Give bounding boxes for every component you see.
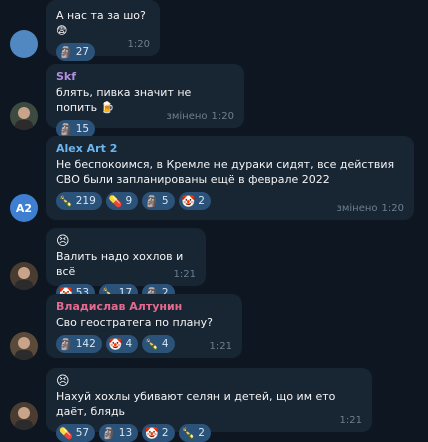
reaction-chip[interactable]: 🍾 2 bbox=[178, 424, 211, 442]
reaction-emoji-icon: 🗿 bbox=[145, 194, 159, 208]
reaction-count: 4 bbox=[161, 338, 169, 350]
reaction-chip[interactable]: 🍾 219 bbox=[56, 192, 102, 210]
reaction-emoji-icon: 🍾 bbox=[181, 426, 196, 440]
message-time: 1:20 bbox=[211, 111, 234, 122]
message-text: А нас та за шо?😨 bbox=[56, 9, 146, 37]
message-time: 1:21 bbox=[173, 269, 196, 280]
reaction-count: 27 bbox=[75, 46, 90, 58]
message-meta: змінено 1:20 bbox=[337, 203, 404, 214]
reaction-emoji-icon: 💊 bbox=[59, 426, 73, 440]
reaction-chip[interactable]: 🤡 4 bbox=[105, 335, 139, 353]
reaction-count: 2 bbox=[198, 195, 205, 207]
message-bubble[interactable]: Skf блять, пивка значит не попить 🍺 🗿 15 змі… bbox=[46, 64, 244, 138]
sender-avatar[interactable] bbox=[10, 402, 38, 430]
reaction-count: 219 bbox=[75, 195, 96, 207]
reaction-count: 9 bbox=[125, 195, 133, 207]
message-text: Сво геостратега по плану? bbox=[56, 316, 213, 329]
message-meta: 1:21 bbox=[174, 269, 196, 280]
message-bubble[interactable]: А нас та за шо?😨 🗿 27 1:20 bbox=[46, 0, 160, 61]
message-meta: 1:20 bbox=[128, 39, 150, 50]
reaction-chip[interactable]: 🍾 4 bbox=[142, 335, 175, 353]
reaction-chip[interactable]: 🤡 2 bbox=[178, 192, 211, 210]
reaction-count: 5 bbox=[161, 195, 169, 207]
reaction-chip[interactable]: 🗿 27 bbox=[56, 43, 96, 61]
sender-avatar[interactable]: A2 bbox=[10, 194, 38, 222]
message-bubble[interactable]: 😣 Валить надо хохлов и всё 🤡 53 🍾 17 🗿 2 1:21 bbox=[46, 228, 206, 302]
reaction-chip[interactable]: 🗿 5 bbox=[142, 192, 175, 210]
message-bubble[interactable]: Alex Art 2 Не беспокоимся, в Кремле не ду… bbox=[46, 136, 414, 220]
reaction-emoji-icon: 🤡 bbox=[145, 426, 159, 440]
message-emoji: 😣 bbox=[56, 374, 70, 389]
reaction-chip[interactable]: 💊 57 bbox=[56, 424, 96, 442]
message-meta: 1:21 bbox=[340, 415, 362, 426]
reaction-emoji-icon: 🗿 bbox=[59, 337, 73, 351]
reaction-chip[interactable]: 🤡 2 bbox=[142, 424, 175, 442]
reaction-count: 13 bbox=[118, 427, 133, 439]
sender-name[interactable]: Владислав Алтунин bbox=[56, 300, 232, 314]
sender-avatar[interactable] bbox=[10, 262, 38, 290]
edited-label: змінено bbox=[166, 111, 208, 122]
reaction-emoji-icon: 🗿 bbox=[102, 426, 116, 440]
reaction-count: 57 bbox=[75, 427, 90, 439]
message-bubble[interactable]: 😣 Нахуй хохлы убивают селян и детей, що и… bbox=[46, 368, 372, 442]
reaction-emoji-icon: 🗿 bbox=[59, 45, 73, 59]
reaction-emoji-icon: 💊 bbox=[108, 194, 123, 208]
sender-name[interactable]: Alex Art 2 bbox=[56, 142, 404, 156]
reaction-emoji-icon: 🗿 bbox=[59, 122, 73, 136]
sender-avatar[interactable] bbox=[10, 332, 38, 360]
sender-name[interactable]: Skf bbox=[56, 70, 234, 84]
message-time: 1:21 bbox=[339, 415, 362, 426]
message-time: 1:21 bbox=[209, 341, 232, 352]
reactions-row: 💊 57 🗿 13 🤡 2 🍾 2 bbox=[56, 424, 362, 442]
edited-label: змінено bbox=[336, 203, 378, 214]
reaction-emoji-icon: 🍾 bbox=[59, 194, 73, 208]
reaction-chip[interactable]: 🗿 142 bbox=[56, 335, 102, 353]
reactions-row: 🗿 142 🤡 4 🍾 4 bbox=[56, 335, 232, 353]
message-text: Не беспокоимся, в Кремле не дураки сидят… bbox=[56, 158, 395, 186]
message-text: Нахуй хохлы убивают селян и детей, що им… bbox=[56, 390, 336, 418]
reaction-emoji-icon: 🍾 bbox=[145, 337, 159, 351]
message-time: 1:20 bbox=[127, 39, 150, 50]
message-emoji: 😣 bbox=[56, 234, 70, 249]
reaction-count: 15 bbox=[75, 123, 90, 135]
message-bubble[interactable]: Владислав Алтунин Сво геостратега по план… bbox=[46, 294, 242, 358]
reaction-chip[interactable]: 🗿 13 bbox=[99, 424, 139, 442]
reaction-count: 2 bbox=[161, 427, 169, 439]
reaction-emoji-icon: 🤡 bbox=[108, 337, 123, 351]
sender-avatar[interactable] bbox=[10, 30, 38, 58]
message-time: 1:20 bbox=[381, 203, 404, 214]
message-meta: 1:21 bbox=[210, 341, 232, 352]
reaction-emoji-icon: 🤡 bbox=[181, 194, 196, 208]
sender-avatar[interactable] bbox=[10, 102, 38, 130]
reaction-count: 142 bbox=[75, 338, 96, 350]
reaction-chip[interactable]: 💊 9 bbox=[105, 192, 139, 210]
message-meta: змінено 1:20 bbox=[167, 111, 234, 122]
reaction-count: 4 bbox=[125, 338, 133, 350]
reaction-count: 2 bbox=[198, 427, 205, 439]
